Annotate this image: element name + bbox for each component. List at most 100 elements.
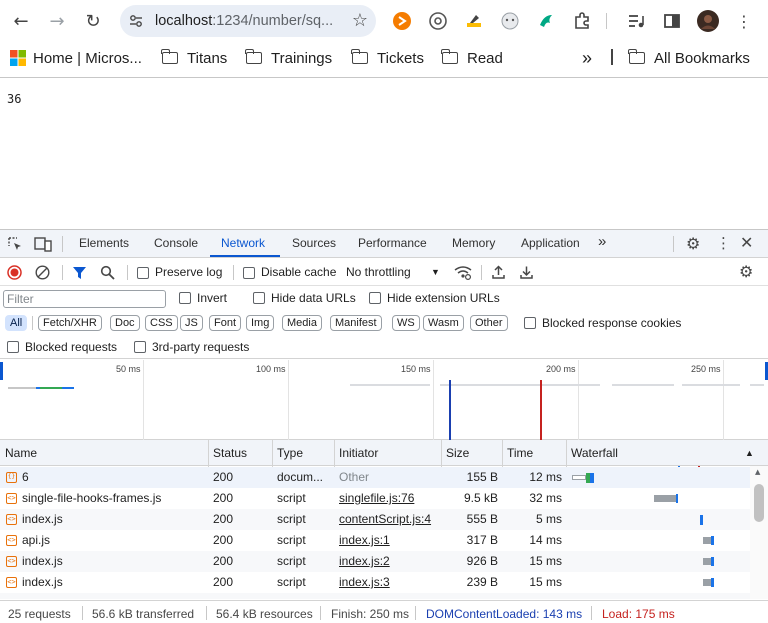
request-status: 200	[213, 554, 234, 568]
throttling-select[interactable]: No throttling ▼	[346, 265, 442, 281]
request-initiator[interactable]: index.js:3	[339, 575, 439, 589]
network-overview[interactable]: 50 ms 100 ms 150 ms 200 ms 250 ms	[0, 360, 768, 440]
devtools-menu-icon[interactable]: ⋮	[716, 234, 731, 252]
third-party-requests-checkbox[interactable]	[134, 341, 146, 353]
tab-application[interactable]: Application	[521, 236, 580, 250]
type-filter-media[interactable]: Media	[282, 315, 322, 331]
bookmark-tickets[interactable]: Tickets	[351, 47, 424, 69]
extensions-puzzle-icon[interactable]	[572, 11, 592, 31]
type-filter-font[interactable]: Font	[209, 315, 242, 331]
request-initiator[interactable]: index.js:2	[339, 554, 439, 568]
highlighter-icon[interactable]	[464, 11, 484, 31]
hide-extension-urls-checkbox[interactable]	[369, 292, 381, 304]
forward-icon[interactable]: →	[45, 9, 69, 33]
tab-memory[interactable]: Memory	[452, 236, 495, 250]
tab-sources[interactable]: Sources	[292, 236, 336, 250]
type-filter-img[interactable]: Img	[246, 315, 275, 331]
browser-menu-icon[interactable]: ⋮	[732, 9, 756, 33]
devtools-settings-icon[interactable]: ⚙	[686, 234, 700, 253]
extension-face-icon[interactable]	[500, 11, 520, 31]
back-icon[interactable]: ←	[9, 9, 33, 33]
site-info-icon[interactable]	[128, 13, 144, 29]
type-filter-css[interactable]: CSS	[145, 315, 178, 331]
bookmarks-overflow-icon[interactable]: »	[582, 47, 592, 69]
request-initiator[interactable]: contentScript.js:4	[339, 512, 439, 526]
address-bar[interactable]: localhost:1234/number/sq... ☆	[120, 5, 376, 37]
more-tabs-icon[interactable]: »	[598, 233, 606, 250]
tab-elements[interactable]: Elements	[79, 236, 129, 250]
import-har-icon[interactable]	[491, 265, 506, 280]
inspect-element-icon[interactable]	[7, 236, 23, 252]
filter-icon[interactable]	[72, 265, 87, 280]
tab-network[interactable]: Network	[221, 236, 265, 250]
network-settings-icon[interactable]: ⚙	[739, 262, 753, 281]
type-filter-fetch-xhr[interactable]: Fetch/XHR	[38, 315, 102, 331]
type-filter-wasm[interactable]: Wasm	[423, 315, 464, 331]
type-filter-ws[interactable]: WS	[392, 315, 420, 331]
table-row[interactable]: <> index.js 200 script index.js:2 926 B …	[0, 551, 750, 572]
all-bookmarks-label: All Bookmarks	[654, 49, 750, 67]
record-icon[interactable]	[7, 265, 22, 280]
device-toolbar-icon[interactable]	[34, 236, 52, 252]
folder-icon	[351, 49, 368, 64]
blocked-response-cookies-label: Blocked response cookies	[542, 316, 682, 330]
url-path: :1234/number/sq...	[212, 13, 334, 29]
filter-input[interactable]	[3, 290, 166, 308]
overview-left-handle[interactable]	[0, 362, 3, 380]
tab-console[interactable]: Console	[154, 236, 198, 250]
network-conditions-icon[interactable]	[454, 265, 472, 280]
bookmark-read[interactable]: Read	[441, 47, 503, 69]
profile-avatar[interactable]	[697, 10, 719, 32]
blocked-requests-checkbox[interactable]	[7, 341, 19, 353]
disable-cache-checkbox[interactable]	[243, 267, 255, 279]
side-panel-icon[interactable]	[662, 11, 682, 31]
hide-data-urls-checkbox[interactable]	[253, 292, 265, 304]
clear-icon[interactable]	[35, 265, 50, 280]
reload-icon[interactable]: ↻	[81, 9, 105, 33]
request-initiator[interactable]: singlefile.js:76	[339, 491, 439, 505]
bookmark-home[interactable]: Home | Micros...	[10, 47, 142, 69]
close-devtools-icon[interactable]: ✕	[740, 233, 753, 252]
table-row[interactable]: <> index.js 200 script index.js:3 239 B …	[0, 572, 750, 593]
scrollbar-thumb[interactable]	[754, 484, 764, 522]
devtools-tabbar: Elements Console Network Sources Perform…	[0, 230, 768, 258]
scroll-up-icon[interactable]: ▲	[755, 468, 760, 476]
bookmark-trainings[interactable]: Trainings	[245, 47, 332, 69]
table-row-partial[interactable]	[0, 593, 750, 599]
waterfall-bar-download	[711, 557, 714, 566]
table-scrollbar[interactable]: ▲	[750, 466, 768, 599]
type-filter-manifest[interactable]: Manifest	[330, 315, 382, 331]
extension-bird-icon[interactable]	[536, 11, 556, 31]
column-type[interactable]: Type	[277, 446, 303, 460]
preserve-log-checkbox[interactable]	[137, 267, 149, 279]
table-row[interactable]: <> index.js 200 script contentScript.js:…	[0, 509, 750, 530]
table-row[interactable]: <> single-file-hooks-frames.js 200 scrip…	[0, 488, 750, 509]
sort-ascending-icon[interactable]: ▲	[745, 448, 754, 458]
column-status[interactable]: Status	[213, 446, 247, 460]
column-waterfall[interactable]: Waterfall	[571, 446, 618, 460]
column-name[interactable]: Name	[5, 446, 37, 460]
bookmark-star-icon[interactable]: ☆	[352, 10, 368, 31]
table-row[interactable]: <> api.js 200 script index.js:1 317 B 14…	[0, 530, 750, 551]
column-size[interactable]: Size	[446, 446, 469, 460]
bookmark-titans[interactable]: Titans	[161, 47, 227, 69]
type-filter-all[interactable]: All	[5, 315, 28, 331]
blocked-response-cookies-checkbox[interactable]	[524, 317, 536, 329]
search-icon[interactable]	[100, 265, 115, 280]
table-row[interactable]: {} 6 200 docum... Other 155 B 12 ms	[0, 467, 750, 488]
type-filter-js[interactable]: JS	[180, 315, 203, 331]
all-bookmarks[interactable]: All Bookmarks	[628, 47, 750, 69]
column-time[interactable]: Time	[507, 446, 533, 460]
column-initiator[interactable]: Initiator	[339, 446, 378, 460]
tab-performance[interactable]: Performance	[358, 236, 427, 250]
export-har-icon[interactable]	[519, 265, 534, 280]
extension-orange-icon[interactable]	[392, 11, 412, 31]
type-filter-other[interactable]: Other	[470, 315, 508, 331]
request-initiator[interactable]: index.js:1	[339, 533, 439, 547]
media-control-icon[interactable]	[626, 11, 646, 31]
invert-checkbox[interactable]	[179, 292, 191, 304]
extension-gear-icon[interactable]	[428, 11, 448, 31]
toolbar-divider	[127, 265, 128, 280]
tabbar-divider	[673, 236, 674, 252]
type-filter-doc[interactable]: Doc	[110, 315, 140, 331]
